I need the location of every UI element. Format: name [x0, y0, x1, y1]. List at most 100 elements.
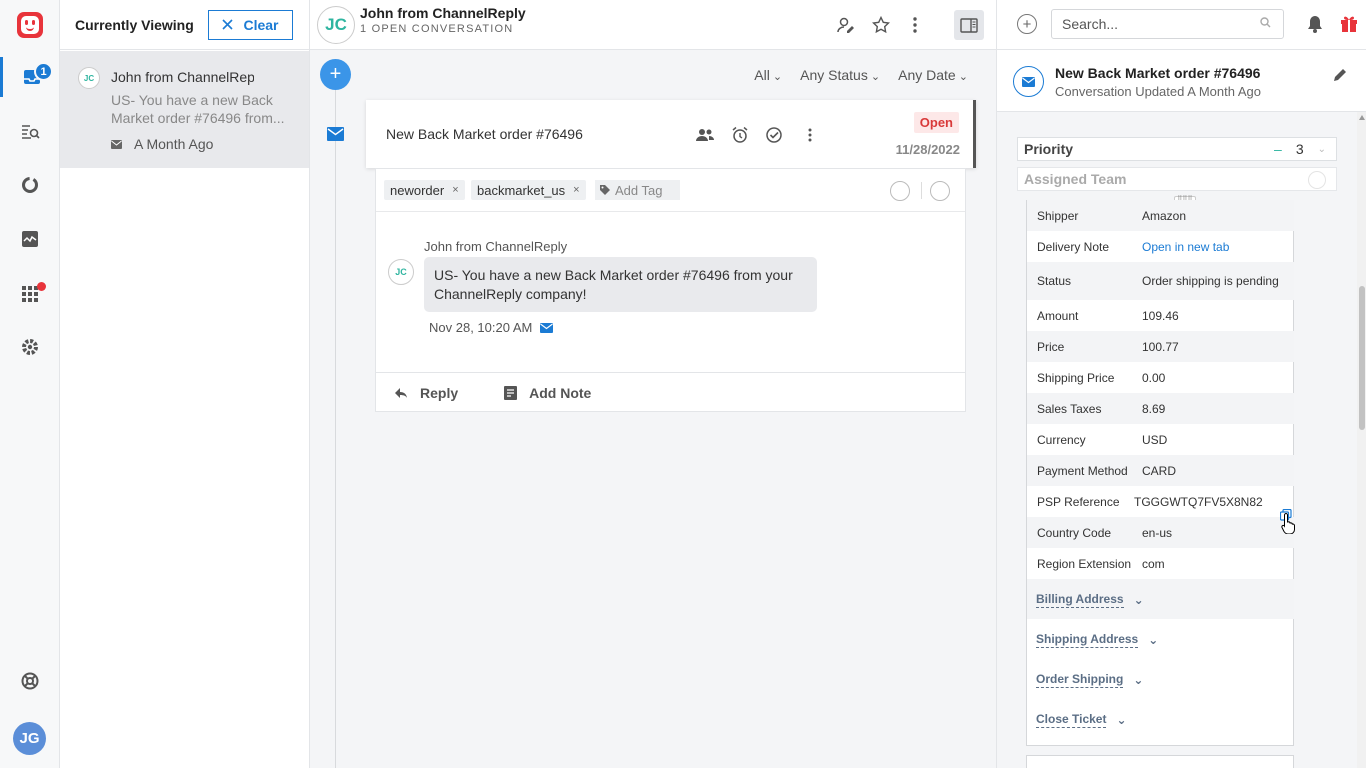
contact-avatar: JC — [78, 67, 100, 89]
reports-nav[interactable] — [0, 165, 60, 205]
scrollbar[interactable] — [1357, 112, 1366, 768]
remove-tag-icon[interactable]: × — [452, 184, 458, 196]
field-value: 8.69 — [1142, 401, 1166, 416]
field-value: en-us — [1142, 525, 1173, 540]
top-bar: + — [997, 0, 1366, 50]
filter-date[interactable]: Any Date — [898, 67, 968, 83]
add-tag-input[interactable]: Add Tag — [595, 180, 680, 200]
priority-field[interactable]: Priority – 3 ⌄ — [1017, 137, 1337, 161]
create-button[interactable]: + — [1017, 14, 1037, 34]
pencil-icon[interactable] — [1333, 67, 1348, 82]
field-value: 100.77 — [1142, 339, 1179, 354]
more-button[interactable] — [904, 14, 926, 36]
search-input[interactable] — [1051, 9, 1284, 39]
delivery-note-link[interactable]: Open in new tab — [1142, 240, 1294, 254]
user-edit-icon — [837, 17, 854, 33]
gift-icon[interactable] — [1339, 13, 1359, 33]
assign-button[interactable] — [695, 125, 715, 145]
filters: All Any Status Any Date — [754, 67, 968, 83]
field-key: Status — [1037, 274, 1072, 288]
help-nav[interactable] — [0, 661, 60, 701]
settings-nav[interactable] — [0, 327, 60, 367]
chevron-down-icon: ⌄ — [1133, 673, 1144, 687]
scrollbar-thumb[interactable] — [1359, 286, 1365, 430]
close-conversation-button[interactable] — [764, 125, 784, 145]
new-conversation-button[interactable]: + — [320, 59, 351, 90]
assigned-team-field[interactable]: Assigned Team — [1017, 167, 1337, 191]
activity-nav[interactable] — [0, 219, 60, 259]
section-label: Close Ticket — [1036, 712, 1107, 728]
remove-tag-icon[interactable]: × — [573, 184, 579, 196]
order-row: Price 100.77 — [1027, 331, 1294, 362]
field-value: 109.46 — [1142, 308, 1179, 323]
close-ticket-toggle[interactable]: Close Ticket ⌄ — [1036, 712, 1127, 728]
divider — [921, 182, 922, 199]
priority-stepper[interactable]: – 3 ⌄ — [1274, 141, 1326, 157]
app-logo[interactable] — [17, 12, 43, 38]
field-key: Sales Taxes — [1037, 401, 1102, 416]
billing-address-toggle[interactable]: Billing Address ⌄ — [1036, 592, 1144, 608]
priority-label: Priority — [1024, 141, 1074, 157]
list-item[interactable]: JC John from ChannelReply US- You have a… — [60, 51, 309, 168]
conversation-updated: Conversation Updated A Month Ago — [1055, 84, 1261, 99]
team-toggle[interactable] — [1308, 171, 1326, 189]
priority-value: 3 — [1295, 141, 1304, 157]
order-row: Shipper Amazon — [1027, 200, 1294, 231]
conversation-main: JC John from ChannelReply 1 OPEN CONVERS… — [310, 0, 996, 768]
panel-toggle-button[interactable] — [954, 10, 984, 40]
clear-label: Clear — [243, 16, 279, 33]
snooze-button[interactable] — [730, 125, 750, 145]
author-avatar: JC — [388, 259, 414, 285]
star-button[interactable] — [870, 14, 892, 36]
bell-icon[interactable] — [1307, 15, 1323, 33]
envelope-icon — [540, 322, 554, 333]
edit-contact-button[interactable] — [835, 14, 857, 36]
order-row: Status Order shipping is pending — [1027, 262, 1294, 300]
apps-nav[interactable] — [0, 273, 60, 313]
user-avatar[interactable]: JG — [13, 722, 46, 755]
apps-notification-dot — [37, 282, 46, 291]
order-row: Region Extension com — [1027, 548, 1294, 579]
filter-status[interactable]: Any Status — [800, 67, 880, 83]
plus-icon: + — [329, 63, 342, 85]
message-time: Nov 28, 10:20 AM — [429, 320, 533, 335]
contact-avatar[interactable]: JC — [317, 6, 355, 44]
conversation-type-badge — [1013, 66, 1044, 97]
tag-label: backmarket_us — [477, 182, 566, 198]
field-value: 0.00 — [1142, 370, 1166, 385]
card-more-button[interactable] — [800, 125, 820, 145]
minus-icon[interactable]: – — [1274, 141, 1282, 157]
search-nav[interactable] — [0, 111, 60, 151]
next-app-card[interactable] — [1026, 755, 1294, 768]
order-row: Amount 109.46 — [1027, 300, 1294, 331]
order-shipping-toggle[interactable]: Order Shipping ⌄ — [1036, 672, 1143, 688]
envelope-icon — [1022, 76, 1035, 87]
reply-button[interactable]: Reply — [394, 385, 458, 401]
inbox-nav[interactable]: 1 — [0, 57, 60, 97]
contact-name[interactable]: John from ChannelReply — [360, 5, 526, 21]
conversation-card[interactable]: New Back Market order #76496 Open 11/28/… — [366, 100, 976, 168]
field-key: Amount — [1037, 308, 1079, 323]
option-circle-button[interactable] — [930, 181, 950, 201]
order-row: PSP Reference TGGGWTQ7FV5X8N82 — [1027, 486, 1294, 517]
users-icon — [696, 129, 714, 141]
conversation-list-panel: Currently Viewing Clear JC John from Cha… — [60, 0, 310, 768]
plus-icon: + — [1022, 15, 1032, 33]
tag-chip[interactable]: neworder × — [384, 180, 465, 200]
clear-button[interactable]: Clear — [208, 9, 293, 40]
conversation-subject: New Back Market order #76496 — [386, 126, 583, 142]
add-note-button[interactable]: Add Note — [504, 385, 591, 401]
contact-name: John from ChannelReply — [111, 69, 254, 85]
order-details-card: ⠿⠿⠿ ShipperAmazon Delivery NoteOpen in n… — [1026, 196, 1295, 746]
chevron-down-icon[interactable]: ⌄ — [1318, 144, 1326, 155]
hand-cursor-icon — [1281, 512, 1295, 534]
shipping-address-toggle[interactable]: Shipping Address ⌄ — [1036, 632, 1158, 648]
option-circle-button[interactable] — [890, 181, 910, 201]
add-note-label: Add Note — [529, 384, 592, 401]
scroll-up-arrow[interactable] — [1359, 115, 1365, 120]
field-key: Price — [1037, 339, 1065, 354]
tag-chip[interactable]: backmarket_us × — [471, 180, 586, 200]
field-value: com — [1142, 556, 1165, 571]
filter-all[interactable]: All — [754, 67, 782, 83]
reply-arrow-icon — [395, 387, 407, 398]
